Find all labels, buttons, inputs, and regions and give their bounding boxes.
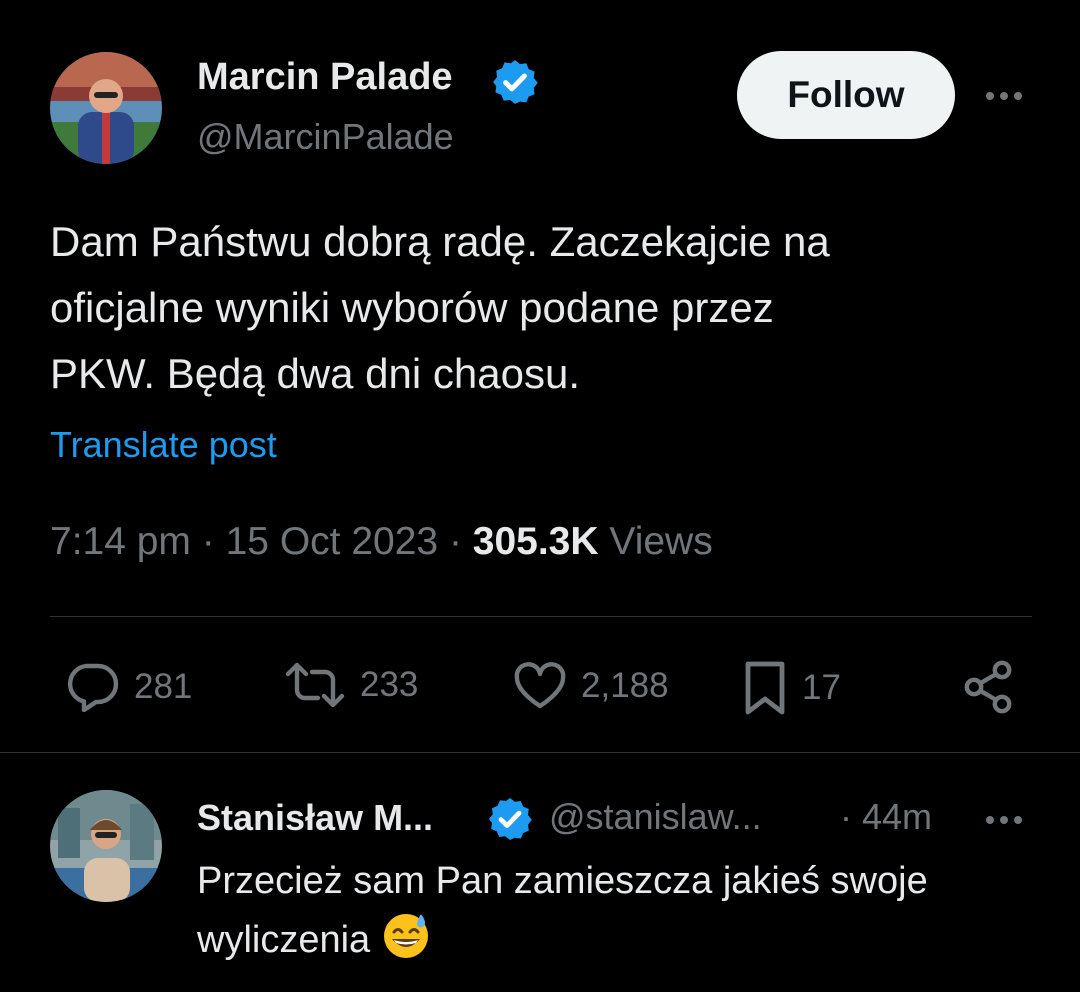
verified-badge-icon <box>489 798 532 840</box>
translate-post-link[interactable]: Translate post <box>50 424 277 466</box>
follow-button[interactable]: Follow <box>737 51 955 139</box>
reply-author-name[interactable]: Stanisław M... <box>197 797 433 839</box>
post-time[interactable]: 7:14 pm <box>50 520 191 563</box>
post-metadata: 7:14 pm · 15 Oct 2023 · 305.3K Views <box>50 520 713 564</box>
reply-button[interactable]: 281 <box>64 662 192 712</box>
share-button[interactable] <box>962 660 1014 714</box>
bookmark-button[interactable]: 17 <box>742 660 841 716</box>
more-options-icon[interactable] <box>986 92 1022 100</box>
heart-icon <box>514 662 566 709</box>
divider <box>50 616 1032 617</box>
views-label: Views <box>609 520 713 563</box>
reply-text-content: Przecież sam Pan zamieszcza jakieś swoje… <box>197 860 928 961</box>
bookmark-count: 17 <box>802 668 841 707</box>
grinning-sweat-emoji-icon <box>383 914 428 958</box>
reply-more-options-icon[interactable] <box>986 816 1022 824</box>
reply-author-handle[interactable]: @stanislaw... <box>549 796 762 838</box>
reply-time[interactable]: · 44m <box>840 796 932 838</box>
repost-icon <box>285 662 345 708</box>
reply-text: Przecież sam Pan zamieszcza jakieś swoje… <box>197 852 1037 969</box>
separator-dot: · <box>448 520 462 563</box>
bookmark-icon <box>745 661 785 715</box>
repost-count: 233 <box>360 665 419 704</box>
divider <box>0 752 1080 753</box>
separator-dot: · <box>201 520 215 563</box>
repost-button[interactable]: 233 <box>284 662 418 708</box>
views-count: 305.3K <box>472 520 599 563</box>
reply-count: 281 <box>134 667 193 706</box>
verified-badge-icon <box>493 60 538 104</box>
post-text: Dam Państwu dobrą radę. Zaczekajcie na o… <box>50 218 830 397</box>
reply-icon <box>67 663 119 712</box>
author-name[interactable]: Marcin Palade <box>197 56 453 99</box>
like-button[interactable]: 2,188 <box>513 662 669 710</box>
share-icon <box>964 660 1012 714</box>
reply-author-avatar[interactable] <box>50 790 162 902</box>
author-avatar[interactable] <box>50 52 162 164</box>
like-count: 2,188 <box>581 666 669 705</box>
post-date[interactable]: 15 Oct 2023 <box>226 520 438 563</box>
author-handle[interactable]: @MarcinPalade <box>197 116 454 158</box>
